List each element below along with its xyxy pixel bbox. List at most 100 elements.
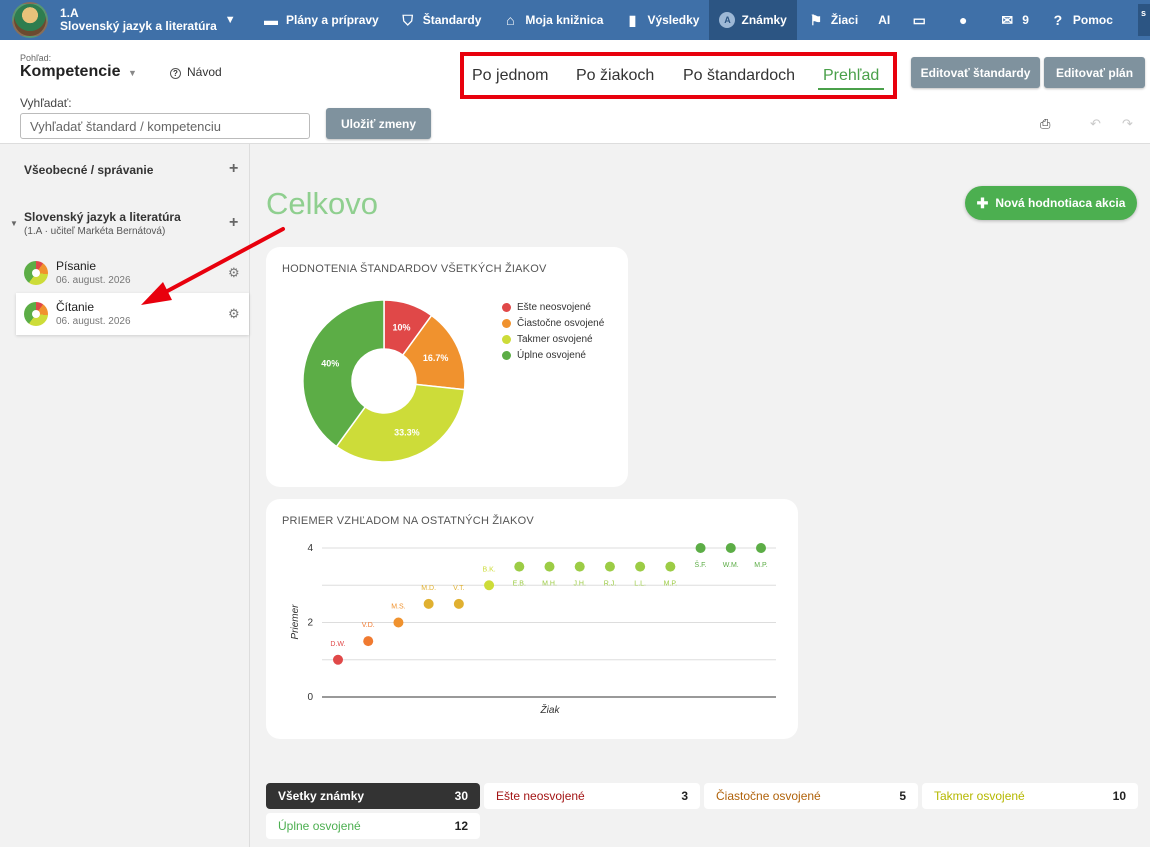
donut-chart: 10% 16.7% 33.3% 40% (302, 299, 466, 463)
average-comparison-card: PRIEMER VZHĽADOM NA OSTATNÝCH ŽIAKOV 024… (266, 499, 798, 739)
data-point[interactable] (363, 636, 374, 647)
mail-count: 9 (1022, 13, 1029, 27)
sidebar: Všeobecné / správanie + ▼ Slovenský jazy… (0, 144, 250, 847)
data-point[interactable] (635, 561, 646, 572)
add-general-icon[interactable]: + (229, 160, 238, 178)
nav-standards[interactable]: ⛉ Štandardy (389, 0, 492, 40)
data-point[interactable] (574, 561, 585, 572)
nav-chat[interactable]: ● (944, 0, 988, 40)
filter-all-grades[interactable]: Všetky známky 30 (266, 783, 480, 809)
data-point-label: M.D. (421, 585, 436, 592)
help-icon: ? (1053, 12, 1063, 28)
nav-plans[interactable]: ▬ Plány a prípravy (252, 0, 389, 40)
sidebar-section-general[interactable]: Všeobecné / správanie (24, 163, 153, 177)
print-icon[interactable]: ⎙ (1040, 116, 1050, 132)
view-label: Pohľad: (20, 53, 52, 63)
caret-down-icon[interactable]: ▼ (128, 68, 137, 78)
nav-grades[interactable]: A Známky (709, 0, 797, 40)
mail-icon: ✉ (1001, 12, 1014, 28)
data-point[interactable] (665, 561, 676, 572)
save-button[interactable]: Uložiť zmeny (326, 108, 431, 139)
data-point-label: D.W. (330, 641, 345, 648)
help-link[interactable]: ? Návod (170, 65, 222, 79)
gear-icon[interactable]: ⚙ (228, 265, 240, 281)
filter-partially-mastered[interactable]: Čiastočne osvojené 5 (704, 783, 918, 809)
subject-name: Slovenský jazyk a literatúra (60, 19, 217, 33)
page-title: Celkovo (266, 186, 378, 221)
nav-ai[interactable]: AI (868, 0, 900, 40)
chart-legend: Ešte neosvojené Čiastočne osvojené Takme… (502, 299, 604, 363)
sidebar-item-reading[interactable]: Čítanie 06. august. 2026 ⚙ (16, 293, 249, 335)
data-point-label: M.H. (542, 581, 557, 588)
undo-icon[interactable]: ↶ (1090, 116, 1101, 132)
students-icon: ⚑ (809, 12, 823, 28)
view-selector[interactable]: Kompetencie (20, 63, 120, 81)
data-point[interactable] (756, 543, 766, 553)
bar-chart-icon: ▮ (628, 12, 637, 28)
nav-library[interactable]: ⌂ Moja knižnica (491, 0, 613, 40)
class-selector[interactable]: 1.A Slovenský jazyk a literatúra ▼ (0, 0, 252, 40)
search-input[interactable] (20, 113, 310, 139)
x-axis-label: Žiak (540, 703, 561, 716)
nav-results[interactable]: ▮ Výsledky (613, 0, 709, 40)
data-point[interactable] (393, 617, 404, 628)
data-point[interactable] (725, 543, 736, 553)
collapse-triangle-icon[interactable]: ▼ (10, 219, 18, 228)
data-point-label: V.T. (453, 585, 464, 592)
redo-icon[interactable]: ↷ (1122, 116, 1133, 132)
data-point[interactable] (453, 598, 464, 609)
subject-meta: (1.A · učiteľ Markéta Bernátová) (24, 226, 166, 237)
edit-standards-button[interactable]: Editovať štandardy (911, 57, 1040, 88)
plus-icon: ✚ (976, 194, 989, 211)
add-subject-item-icon[interactable]: + (229, 214, 238, 232)
data-point[interactable] (333, 654, 343, 665)
tab-by-students[interactable]: Po žiakoch (576, 56, 654, 95)
chart-title: HODNOTENIA ŠTANDARDOV VŠETKÝCH ŽIAKOV (282, 263, 547, 275)
pie-slice-label: 40% (321, 359, 339, 369)
legend-item: Čiastočne osvojené (502, 315, 604, 331)
y-tick-label: 0 (307, 692, 313, 703)
data-point[interactable] (514, 561, 525, 572)
data-point[interactable] (423, 598, 434, 609)
nav-cast[interactable]: ▭ (900, 0, 944, 40)
user-menu[interactable]: s (1138, 4, 1150, 36)
nav-students[interactable]: ⚑ Žiaci (797, 0, 868, 40)
data-point-label: Š.F. (695, 560, 707, 569)
grades-icon: A (719, 12, 736, 28)
filter-fully-mastered[interactable]: Úplne osvojené 12 (266, 813, 480, 839)
data-point[interactable] (604, 561, 615, 572)
pie-slice-label: 33.3% (394, 428, 420, 438)
sidebar-item-writing[interactable]: Písanie 06. august. 2026 ⚙ (16, 252, 249, 294)
tab-overview[interactable]: Prehľad (817, 56, 885, 95)
shield-check-icon: ⛉ (402, 12, 413, 28)
top-navigation-bar: 1.A Slovenský jazyk a literatúra ▼ ▬ Plán… (0, 0, 1150, 40)
tab-by-standards[interactable]: Po štandardoch (683, 56, 795, 95)
nav-help[interactable]: ? Pomoc (1039, 0, 1123, 40)
data-point-label: R.J. (604, 581, 617, 588)
filter-not-mastered[interactable]: Ešte neosvojené 3 (484, 783, 700, 809)
data-point-label: M.S. (391, 604, 405, 611)
nav-mail[interactable]: ✉ 9 (988, 0, 1039, 40)
data-point[interactable] (695, 543, 706, 553)
sidebar-section-subject[interactable]: Slovenský jazyk a literatúra (24, 210, 181, 224)
data-point[interactable] (484, 580, 495, 591)
school-logo (12, 2, 48, 38)
y-axis-label: Priemer (290, 604, 301, 640)
data-point-label: B.K. (482, 566, 495, 573)
new-assessment-button[interactable]: ✚ Nová hodnotiaca akcia (965, 186, 1137, 220)
data-point-label: J.H. (573, 581, 586, 588)
edit-plan-button[interactable]: Editovať plán (1044, 57, 1145, 88)
tab-one-by-one[interactable]: Po jednom (472, 56, 549, 95)
library-icon: ⌂ (506, 12, 515, 28)
filter-almost-mastered[interactable]: Takmer osvojené 10 (922, 783, 1138, 809)
data-point-label: V.D. (362, 622, 375, 629)
toolbar: Pohľad: Kompetencie ▼ ?Návod Vyhľadať: U… (0, 40, 1150, 144)
cast-icon: ▭ (912, 12, 926, 28)
data-point[interactable] (544, 561, 555, 572)
chat-icon: ● (958, 12, 968, 28)
data-point-label: L.L. (634, 581, 646, 588)
search-label: Vyhľadať: (20, 96, 72, 110)
gear-icon[interactable]: ⚙ (228, 306, 240, 322)
data-point-label: M.P. (754, 562, 768, 569)
pie-slice-label: 10% (392, 322, 410, 332)
